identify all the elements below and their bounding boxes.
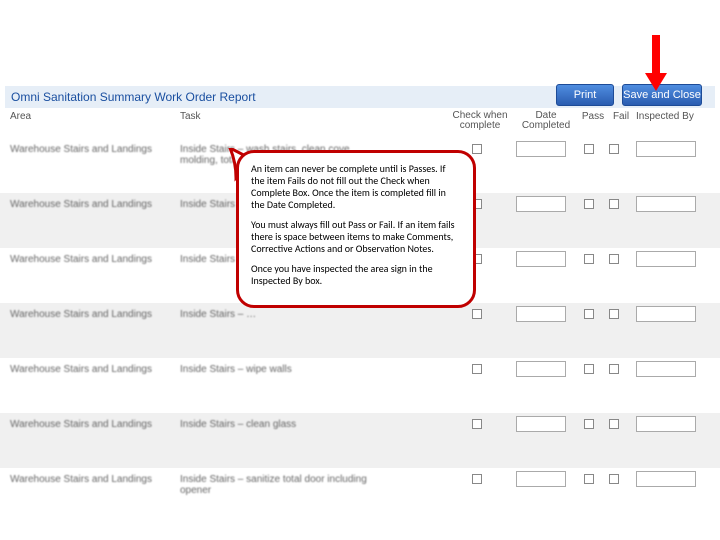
table-row: Warehouse Stairs and Landings Inside Stai… <box>0 468 720 523</box>
table-row: Warehouse Stairs and Landings Inside Stai… <box>0 413 720 468</box>
pass-checkbox[interactable] <box>584 474 594 484</box>
date-completed-input[interactable] <box>516 306 566 322</box>
area-cell: Warehouse Stairs and Landings <box>10 144 170 155</box>
fail-checkbox[interactable] <box>609 199 619 209</box>
callout-para-1: An item can never be complete until is P… <box>251 163 461 211</box>
callout-para-3: Once you have inspected the area sign in… <box>251 263 461 287</box>
check-complete-checkbox[interactable] <box>472 474 482 484</box>
column-header-check: Check whencomplete <box>450 111 510 137</box>
pass-checkbox[interactable] <box>584 309 594 319</box>
fail-checkbox[interactable] <box>609 309 619 319</box>
date-completed-input[interactable] <box>516 471 566 487</box>
date-completed-input[interactable] <box>516 196 566 212</box>
column-header-area: Area <box>10 111 170 137</box>
task-cell: Inside Stairs – wipe walls <box>180 364 370 375</box>
pass-checkbox[interactable] <box>584 144 594 154</box>
fail-checkbox[interactable] <box>609 364 619 374</box>
fail-checkbox[interactable] <box>609 474 619 484</box>
area-cell: Warehouse Stairs and Landings <box>10 254 170 265</box>
check-complete-checkbox[interactable] <box>472 144 482 154</box>
area-cell: Warehouse Stairs and Landings <box>10 474 170 485</box>
pass-checkbox[interactable] <box>584 199 594 209</box>
save-and-close-button[interactable]: Save and Close <box>622 84 702 106</box>
check-complete-checkbox[interactable] <box>472 309 482 319</box>
column-header-inspected: Inspected By <box>636 111 706 137</box>
table-row: Warehouse Stairs and Landings Inside Stai… <box>0 303 720 358</box>
save-button-label: Save and Close <box>623 89 701 101</box>
inspected-by-input[interactable] <box>636 416 696 432</box>
callout-para-2: You must always fill out Pass or Fail. I… <box>251 219 461 255</box>
date-completed-input[interactable] <box>516 141 566 157</box>
pass-checkbox[interactable] <box>584 364 594 374</box>
area-cell: Warehouse Stairs and Landings <box>10 199 170 210</box>
area-cell: Warehouse Stairs and Landings <box>10 419 170 430</box>
table-row: Warehouse Stairs and Landings Inside Stai… <box>0 358 720 413</box>
area-cell: Warehouse Stairs and Landings <box>10 364 170 375</box>
report-title: Omni Sanitation Summary Work Order Repor… <box>5 90 256 104</box>
pass-checkbox[interactable] <box>584 419 594 429</box>
print-button-label: Print <box>574 89 597 101</box>
pass-checkbox[interactable] <box>584 254 594 264</box>
inspected-by-input[interactable] <box>636 141 696 157</box>
task-cell: Inside Stairs – clean glass <box>180 419 370 430</box>
fail-checkbox[interactable] <box>609 419 619 429</box>
column-header-fail: Fail <box>608 111 634 137</box>
column-header-date: DateCompleted <box>516 111 576 137</box>
column-header-pass: Pass <box>580 111 606 137</box>
inspected-by-input[interactable] <box>636 471 696 487</box>
check-complete-checkbox[interactable] <box>472 364 482 374</box>
instruction-callout: An item can never be complete until is P… <box>236 150 476 308</box>
column-header-task: Task <box>180 111 370 137</box>
inspected-by-input[interactable] <box>636 196 696 212</box>
fail-checkbox[interactable] <box>609 144 619 154</box>
inspected-by-input[interactable] <box>636 306 696 322</box>
fail-checkbox[interactable] <box>609 254 619 264</box>
inspected-by-input[interactable] <box>636 251 696 267</box>
task-cell: Inside Stairs – sanitize total door incl… <box>180 474 370 496</box>
check-complete-checkbox[interactable] <box>472 419 482 429</box>
date-completed-input[interactable] <box>516 251 566 267</box>
inspected-by-input[interactable] <box>636 361 696 377</box>
date-completed-input[interactable] <box>516 361 566 377</box>
print-button[interactable]: Print <box>556 84 614 106</box>
red-arrow-icon <box>645 35 667 91</box>
task-cell: Inside Stairs – … <box>180 309 370 320</box>
date-completed-input[interactable] <box>516 416 566 432</box>
area-cell: Warehouse Stairs and Landings <box>10 309 170 320</box>
